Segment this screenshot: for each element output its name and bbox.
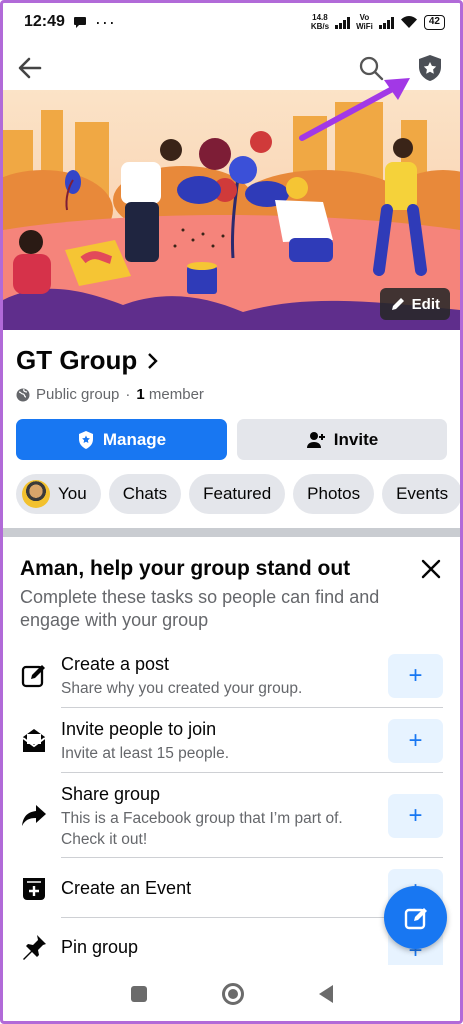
tab-photos[interactable]: Photos <box>293 474 375 514</box>
tab-label: Photos <box>307 484 361 503</box>
task-title: Create a post <box>61 654 170 674</box>
setup-card-title: Aman, help your group stand out <box>20 557 351 580</box>
tab-label: Events <box>396 484 449 503</box>
pencil-icon <box>391 298 404 310</box>
back-button[interactable] <box>14 52 46 84</box>
envelope-icon <box>22 729 46 752</box>
compose-fab-button[interactable] <box>384 886 447 949</box>
task-add-button[interactable]: + <box>388 654 443 698</box>
manage-label: Manage <box>102 429 167 449</box>
signal-icon <box>335 16 351 29</box>
task-create-post[interactable]: Create a post Share why you created your… <box>16 650 447 708</box>
group-title[interactable]: GT Group <box>16 345 159 376</box>
task-title: Create an Event <box>61 878 192 898</box>
group-name: GT Group <box>16 345 138 375</box>
task-invite-people[interactable]: Invite people to join Invite at least 15… <box>16 715 447 773</box>
task-pin-group[interactable]: Pin group + <box>16 925 447 965</box>
home-button[interactable] <box>221 982 244 1005</box>
section-divider <box>3 528 460 537</box>
invite-label: Invite <box>333 429 379 449</box>
meta-separator: · <box>125 386 131 403</box>
globe-icon <box>16 388 30 401</box>
signal-2-icon <box>378 16 394 29</box>
close-icon <box>421 559 441 579</box>
task-divider <box>61 857 443 858</box>
add-person-icon <box>306 431 325 448</box>
battery-indicator: 42 <box>423 14 445 30</box>
share-arrow-icon <box>22 805 46 826</box>
invite-button[interactable]: Invite <box>237 419 447 460</box>
tab-you[interactable]: You <box>16 474 101 514</box>
group-privacy: Public group <box>36 386 120 403</box>
volte-indicator: Vo WiFi <box>356 13 373 31</box>
setup-card-description: Complete these tasks so people can find … <box>20 587 380 630</box>
tab-label: You <box>58 484 87 503</box>
more-notifications-icon: ··· <box>94 12 116 32</box>
task-divider <box>61 707 443 708</box>
shield-star-icon <box>78 430 93 449</box>
group-tabs: You Chats Featured Photos Events <box>16 474 463 514</box>
compose-icon <box>404 907 427 929</box>
tab-label: Chats <box>122 484 168 503</box>
tab-featured[interactable]: Featured <box>189 474 286 514</box>
close-card-button[interactable] <box>418 556 444 582</box>
tab-events[interactable]: Events <box>382 474 463 514</box>
wifi-icon <box>400 16 417 28</box>
chat-bubble-icon <box>73 16 86 28</box>
highlight-arrow-annotation <box>299 78 410 141</box>
avatar <box>22 480 50 508</box>
system-back-button[interactable] <box>318 984 333 1003</box>
pin-icon <box>23 935 46 960</box>
status-time: 12:49 <box>24 13 65 30</box>
task-subtitle: This is a Facebook group that I’m part o… <box>61 810 343 848</box>
calendar-plus-icon <box>23 878 45 900</box>
manage-button[interactable]: Manage <box>16 419 227 460</box>
task-share-group[interactable]: Share group This is a Facebook group tha… <box>16 780 447 858</box>
group-meta: Public group · 1 member <box>16 386 204 403</box>
back-arrow-icon <box>18 57 42 79</box>
recent-apps-button[interactable] <box>130 985 147 1002</box>
member-label: member <box>148 386 204 403</box>
task-add-button[interactable]: + <box>388 719 443 763</box>
task-add-button[interactable]: + <box>388 794 443 838</box>
system-nav-bar <box>3 966 460 1021</box>
tab-chats[interactable]: Chats <box>108 474 182 514</box>
compose-icon <box>21 665 45 688</box>
member-count: 1 <box>136 386 145 403</box>
group-actions: Manage Invite <box>16 419 447 460</box>
tab-label: Featured <box>203 484 272 503</box>
task-title: Invite people to join <box>61 719 217 739</box>
task-divider <box>61 772 443 773</box>
task-title: Pin group <box>61 937 139 957</box>
net-speed: 14.8 KB/s <box>310 13 330 31</box>
edit-cover-button[interactable]: Edit <box>379 288 450 320</box>
task-subtitle: Share why you created your group. <box>61 680 303 697</box>
status-bar: 12:49 ··· 14.8 KB/s Vo WiFi 42 <box>0 0 463 44</box>
task-create-event[interactable]: Create an Event + <box>16 865 447 918</box>
task-subtitle: Invite at least 15 people. <box>61 745 230 762</box>
chevron-right-icon <box>148 352 159 369</box>
task-title: Share group <box>61 784 161 804</box>
edit-cover-label: Edit <box>411 295 440 313</box>
